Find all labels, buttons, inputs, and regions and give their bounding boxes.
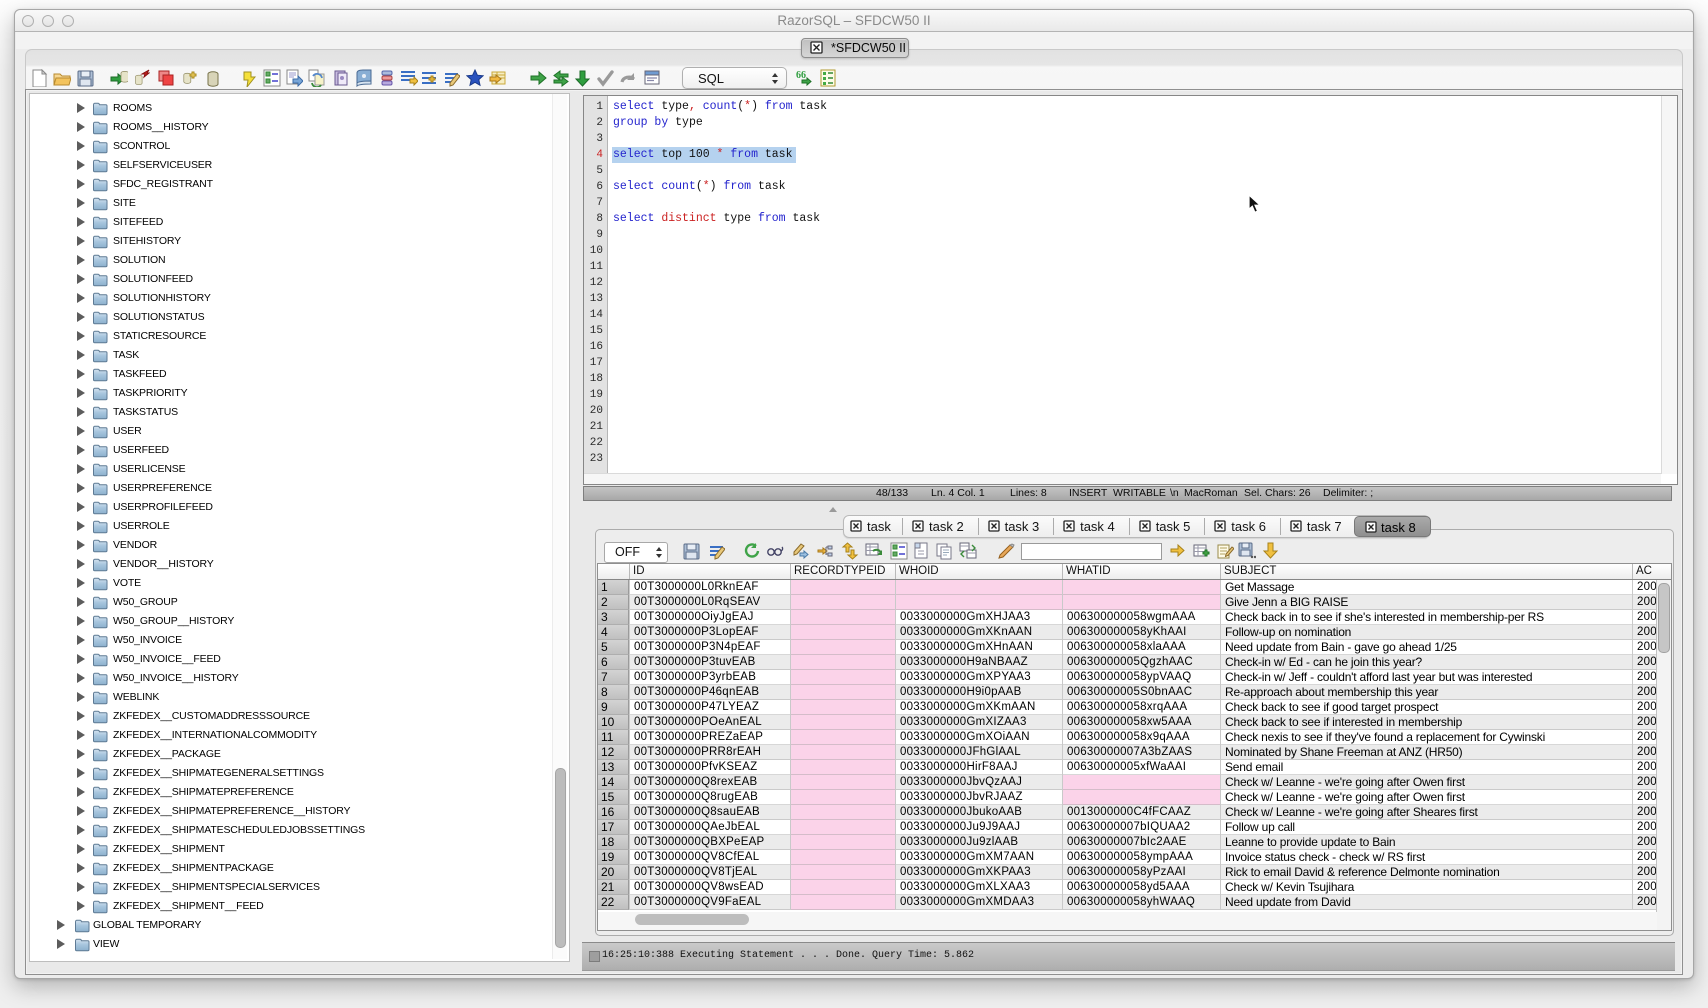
svg-text:66: 66 — [796, 70, 806, 81]
